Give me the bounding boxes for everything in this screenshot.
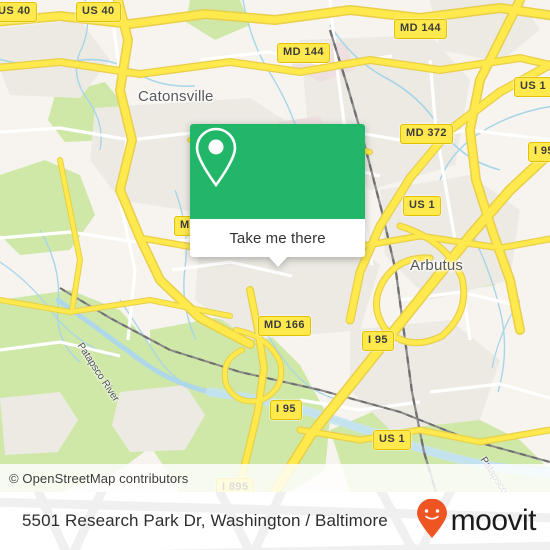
location-popup[interactable]: Take me there	[190, 124, 365, 267]
footer-bar: 5501 Research Park Dr, Washington / Balt…	[0, 492, 550, 550]
highway-shield: US 40	[0, 2, 37, 22]
place-label: Arbutus	[410, 257, 464, 274]
highway-shield: I 95	[528, 142, 550, 162]
place-label: Catonsville	[138, 88, 214, 105]
take-me-there-button[interactable]: Take me there	[190, 219, 365, 267]
attribution-bar: © OpenStreetMap contributors	[0, 464, 550, 492]
highway-shield: MD 372	[400, 124, 453, 144]
highway-shield: I 95	[270, 400, 302, 420]
moovit-map-screenshot: Catonsville Arbutus Patapsco River Patap…	[0, 0, 550, 550]
moovit-wordmark: moovit	[450, 504, 537, 537]
highway-shield: US 1	[403, 196, 442, 216]
highway-shield: MD 166	[258, 316, 311, 336]
address-label: 5501 Research Park Dr, Washington / Balt…	[22, 511, 388, 530]
popup-pointer-tail	[267, 256, 288, 267]
moovit-pin-icon	[415, 498, 449, 544]
highway-shield: MD 144	[277, 43, 330, 63]
osm-attribution-text: © OpenStreetMap contributors	[9, 470, 189, 486]
moovit-pin-shape	[416, 498, 447, 538]
map-canvas[interactable]: Catonsville Arbutus Patapsco River Patap…	[0, 0, 550, 492]
highway-shield: US 1	[373, 430, 412, 450]
take-me-there-label: Take me there	[229, 229, 326, 247]
highway-shield: US 1	[514, 77, 550, 97]
highway-shield: US 40	[76, 2, 121, 22]
popup-icon-area	[190, 124, 365, 219]
highway-shield: MD 144	[394, 19, 447, 39]
highway-shield: I 95	[362, 331, 394, 351]
moovit-logo: moovit	[415, 498, 537, 544]
